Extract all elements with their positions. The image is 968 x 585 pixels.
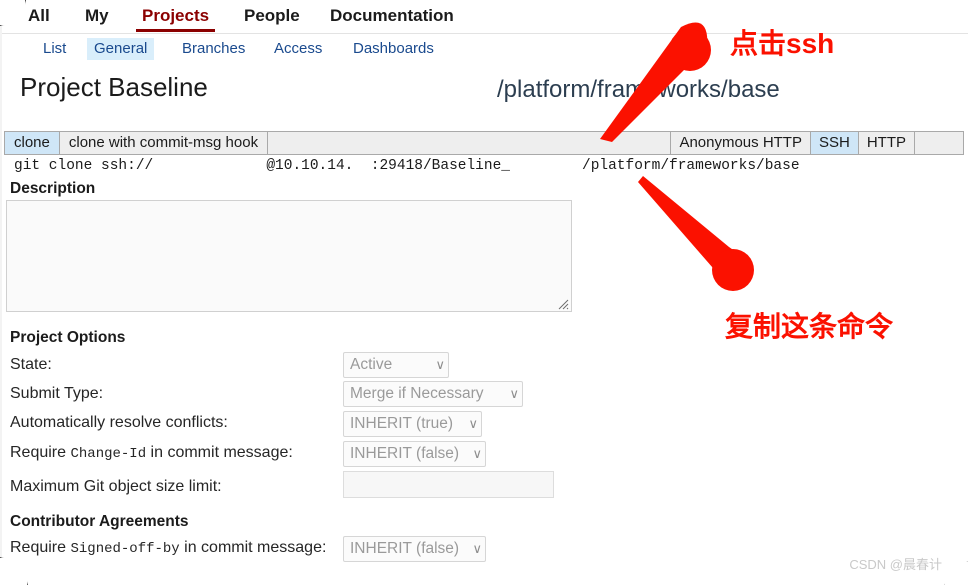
chevron-down-icon: ∨ [509,386,519,401]
require-signed-off-by-suffix: in commit message: [179,539,327,556]
option-select-require-change-id-value: INHERIT (false) [350,445,460,462]
description-input[interactable] [6,200,572,312]
option-label-state: State: [10,356,52,373]
require-change-id-suffix: in commit message: [146,444,293,461]
option-label-auto-resolve-conflicts: Automatically resolve conflicts: [10,414,228,431]
option-select-require-signed-off-by[interactable]: INHERIT (false) ∨ [343,536,486,562]
csdn-watermark: CSDN @晨春计 [849,557,942,572]
nav-item-people[interactable]: People [244,5,300,27]
chevron-down-icon: ∨ [435,357,445,372]
clone-command-commit-msg-hook[interactable]: clone with commit-msg hook [60,132,269,154]
subnav-item-dashboards[interactable]: Dashboards [346,38,441,60]
gerrit-project-page: All My Projects People Documentation Lis… [0,0,968,585]
scheme-anonymous-http[interactable]: Anonymous HTTP [670,132,810,154]
option-label-submit-type: Submit Type: [10,385,104,402]
chevron-down-icon: ∨ [468,416,478,431]
annotation-text-1: 点击ssh [730,28,835,59]
option-select-auto-resolve-conflicts-value: INHERIT (true) [350,415,454,432]
redaction-block-title [238,82,250,104]
nav-item-documentation[interactable]: Documentation [330,5,454,27]
nav-item-my[interactable]: My [85,5,109,27]
clone-command-line[interactable]: git clone ssh:// @10.10.14. :29418/Basel… [4,156,964,178]
chevron-down-icon: ∨ [472,446,482,461]
annotation-badge-1-number: 1 [685,40,694,57]
option-select-state[interactable]: Active ∨ [343,352,449,378]
clone-command-text-right: /platform/frameworks/base [582,158,800,174]
option-select-auto-resolve-conflicts[interactable]: INHERIT (true) ∨ [343,411,482,437]
option-label-require-signed-off-by: Require Signed-off-by in commit message: [10,537,326,560]
require-signed-off-by-token: Signed-off-by [70,541,180,557]
window-corner-bottom-left [0,557,28,585]
contributor-agreements-heading: Contributor Agreements [10,513,189,530]
clone-command-clone[interactable]: clone [5,132,60,154]
subnav-item-branches[interactable]: Branches [175,38,252,60]
require-signed-off-by-prefix: Require [10,539,71,556]
description-label: Description [10,180,96,197]
scheme-http[interactable]: HTTP [857,132,914,154]
project-path: /platform/frameworks/base [497,76,780,103]
toolbar-end-cap [914,132,963,154]
annotation-text-2: 复制这条命令 [725,311,894,342]
project-options-heading: Project Options [10,329,126,346]
window-corner-bottom-right [944,561,968,585]
option-select-require-change-id[interactable]: INHERIT (false) ∨ [343,441,486,467]
clone-command-text-left: git clone ssh:// @10.10.14. :29418/Basel… [14,158,510,174]
option-select-submit-type[interactable]: Merge if Necessary ∨ [343,381,523,407]
subnav-item-general[interactable]: General [87,38,155,60]
option-label-max-object-size: Maximum Git object size limit: [10,478,222,495]
subnav-item-list[interactable]: List [36,38,73,60]
option-input-max-object-size[interactable] [343,471,554,498]
subnav-item-access[interactable]: Access [267,38,329,60]
nav-item-all[interactable]: All [28,5,50,27]
option-select-require-signed-off-by-value: INHERIT (false) [350,540,460,557]
option-select-submit-type-value: Merge if Necessary [350,385,484,402]
option-label-require-change-id: Require Change-Id in commit message: [10,442,293,465]
annotation-badge-2-number: 2 [728,260,737,277]
nav-item-projects[interactable]: Projects [135,5,216,32]
page-title: Project Baseline [20,72,208,102]
window-left-edge [0,18,2,563]
clone-scheme-toolbar: clone clone with commit-msg hook Anonymo… [4,131,964,155]
option-select-state-value: Active [350,356,393,373]
chevron-down-icon: ∨ [472,541,482,556]
require-change-id-token: Change-Id [70,446,147,462]
scheme-ssh[interactable]: SSH [809,132,858,154]
require-change-id-prefix: Require [10,444,71,461]
redaction-block-path [430,86,492,108]
